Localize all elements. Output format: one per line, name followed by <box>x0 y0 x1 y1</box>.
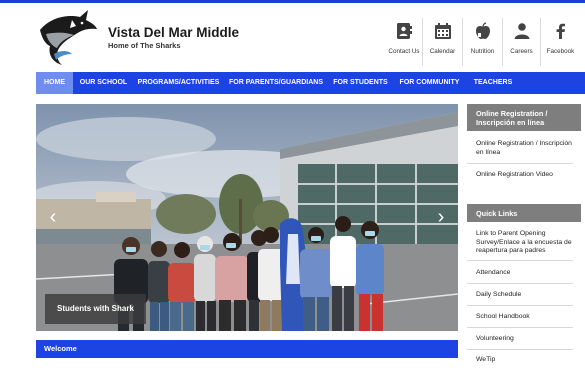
shark-logo[interactable] <box>36 8 98 66</box>
careers-label: Careers <box>510 48 533 55</box>
contact-card-icon <box>397 23 412 39</box>
school-name[interactable]: Vista Del Mar Middle <box>108 25 239 40</box>
calendar-icon <box>434 23 451 39</box>
person-icon <box>514 23 529 39</box>
nav-programs-activities[interactable]: PROGRAMS/ACTIVITIES <box>134 72 223 94</box>
quick-icon-bar: Contact Us Calendar Nutrition Careers Fa… <box>386 18 580 66</box>
slideshow-next-button[interactable]: › <box>432 204 450 230</box>
quick-link-attendance[interactable]: Attendance <box>476 269 573 278</box>
contact-us-link[interactable]: Contact Us <box>386 18 422 66</box>
calendar-label: Calendar <box>429 48 456 55</box>
quick-link-parent-survey[interactable]: Link to Parent Opening Survey/Enlace a l… <box>476 230 573 256</box>
careers-link[interactable]: Careers <box>502 18 540 66</box>
nutrition-link[interactable]: Nutrition <box>462 18 502 66</box>
top-accent-line <box>0 0 585 3</box>
nav-for-community[interactable]: FOR COMMUNITY <box>392 72 467 94</box>
main-nav: HOME OUR SCHOOL PROGRAMS/ACTIVITIES FOR … <box>36 72 585 94</box>
nav-for-parents-guardians[interactable]: FOR PARENTS/GUARDIANS <box>223 72 329 94</box>
facebook-link[interactable]: Facebook <box>540 18 580 66</box>
sidebar-divider <box>467 283 573 284</box>
quick-link-volunteering[interactable]: Volunteering <box>476 335 573 344</box>
school-tagline: Home of The Sharks <box>108 41 181 50</box>
sidebar-divider <box>467 163 573 164</box>
nav-for-students[interactable]: FOR STUDENTS <box>329 72 392 94</box>
sidebar-divider <box>467 260 573 261</box>
registration-link-video[interactable]: Online Registration Video <box>476 171 573 180</box>
quick-link-school-handbook[interactable]: School Handbook <box>476 313 573 322</box>
nav-home[interactable]: HOME <box>36 72 73 94</box>
sidebar-divider <box>467 349 573 350</box>
nutrition-label: Nutrition <box>470 48 495 55</box>
quick-links-heading: Quick Links <box>467 204 581 222</box>
nav-our-school[interactable]: OUR SCHOOL <box>73 72 134 94</box>
facebook-label: Facebook <box>546 48 575 55</box>
welcome-section-header: Welcome <box>36 340 458 358</box>
sidebar-divider <box>467 305 573 306</box>
apple-icon <box>475 22 490 39</box>
slide-caption: Students with Shark <box>45 294 146 324</box>
contact-us-label: Contact Us <box>388 48 420 55</box>
registration-link-online[interactable]: Online Registration / Inscripción en lín… <box>476 140 573 157</box>
hero-slideshow[interactable]: ‹ › Students with Shark <box>36 104 458 331</box>
facebook-icon <box>556 23 565 39</box>
slideshow-prev-button[interactable]: ‹ <box>44 204 62 230</box>
quick-link-wetip[interactable]: WeTip <box>476 356 573 365</box>
calendar-link[interactable]: Calendar <box>422 18 462 66</box>
sidebar-divider <box>467 327 573 328</box>
registration-sidebar-heading: Online Registration / Inscripción en lín… <box>467 104 581 131</box>
nav-teachers[interactable]: TEACHERS <box>467 72 519 94</box>
quick-link-daily-schedule[interactable]: Daily Schedule <box>476 291 573 300</box>
